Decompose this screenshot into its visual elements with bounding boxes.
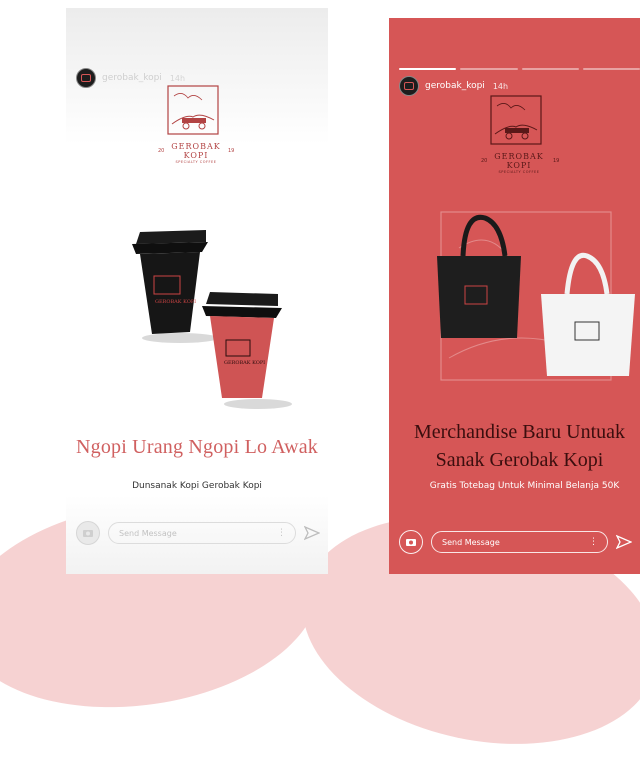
send-message-input[interactable]: Send Message ⋮ [431,531,608,553]
avatar[interactable] [76,68,96,88]
coffee-cups-image: GEROBAK KOPI GEROBAK KOPI [132,230,292,409]
story-header: gerobak_kopi 14h [399,76,508,96]
progress-segment [582,68,640,70]
brand-subtitle: SPECIALTY COFFEE [498,170,540,174]
post-age: 14h [492,81,509,91]
camera-icon [406,539,416,546]
story-subtext: Gratis Totebag Untuk Minimal Belanja 50K [429,481,620,491]
story-subtext: Dunsanak Kopi Gerobak Kopi [132,481,262,491]
svg-text:GEROBAK KOPI: GEROBAK KOPI [155,299,196,305]
more-dots-icon[interactable]: ⋮ [277,528,286,538]
brand-name: GEROBAK KOPI [494,152,544,170]
year-left: 20 [158,148,165,154]
story-headline: Ngopi Urang Ngopi Lo Awak [75,436,319,458]
story-card-left[interactable]: gerobak_kopi 14h GEROBAK KOPI SPECIALTY … [66,8,328,574]
svg-text:GEROBAK KOPI: GEROBAK KOPI [224,360,265,366]
camera-button[interactable] [399,530,423,554]
send-message-input[interactable]: Send Message ⋮ [108,522,296,544]
cart-logo-icon [490,95,542,145]
year-left: 20 [481,158,488,164]
story-footer: Send Message ⋮ [399,530,632,554]
brand-name: GEROBAK KOPI [171,142,221,160]
story-progress-bar [399,68,640,70]
post-age: 14h [169,73,186,83]
logo-icon [404,82,414,90]
logo-icon [81,74,91,82]
username[interactable]: gerobak_kopi [425,81,485,91]
brand-logo: GEROBAK KOPI SPECIALTY COFFEE [489,94,549,174]
send-message-placeholder: Send Message [442,537,500,547]
story-headline: Merchandise Baru Untuak Sanak Gerobak Ko… [413,421,626,471]
brand-logo: GEROBAK KOPI SPECIALTY COFFEE [166,84,226,164]
year-right: 19 [228,148,235,154]
more-dots-icon[interactable]: ⋮ [589,537,598,547]
story-card-right[interactable]: gerobak_kopi 14h GEROBAK KOPI SPECIALTY … [389,18,640,574]
story-footer: Send Message ⋮ [76,521,320,545]
cart-logo-icon [167,85,219,135]
send-message-placeholder: Send Message [119,528,177,538]
avatar[interactable] [399,76,419,96]
camera-button[interactable] [76,521,100,545]
brand-subtitle: SPECIALTY COFFEE [175,160,217,164]
camera-icon [83,530,93,537]
send-icon[interactable] [304,525,320,541]
progress-segment [521,68,579,70]
username[interactable]: gerobak_kopi [102,73,162,83]
send-icon[interactable] [616,534,632,550]
progress-segment [399,68,457,70]
totebags-image [437,211,635,381]
year-right: 19 [553,158,560,164]
progress-segment [460,68,518,70]
